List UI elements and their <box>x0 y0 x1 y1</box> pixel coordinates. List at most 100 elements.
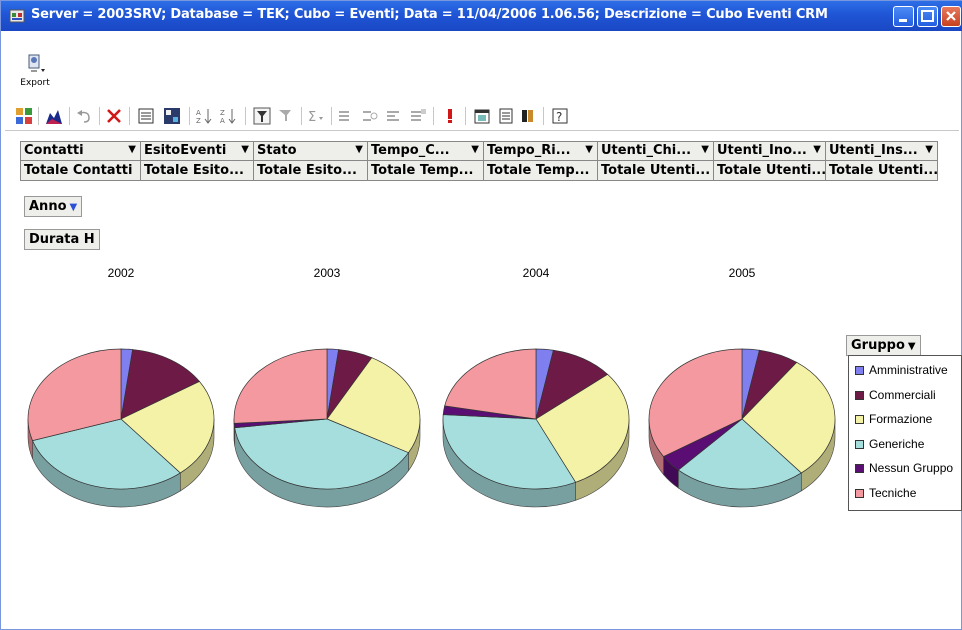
svg-text:?: ? <box>556 110 562 124</box>
field-total[interactable]: Totale Utenti... <box>713 160 826 181</box>
property-toolbox-icon[interactable] <box>163 107 181 125</box>
legend-label: Formazione <box>869 412 933 426</box>
svg-text:Z: Z <box>220 109 225 117</box>
pivot-chart-icon[interactable] <box>15 107 33 125</box>
legend-item[interactable]: Generiche <box>855 437 924 451</box>
show-as-icon[interactable] <box>385 107 403 125</box>
legend-label: Amministrative <box>869 363 948 377</box>
field-total[interactable]: Totale Contatti <box>20 160 141 181</box>
book-icon[interactable] <box>519 107 537 125</box>
field-header[interactable]: Contatti ▼ <box>20 141 141 161</box>
field-total[interactable]: Totale Utenti... <box>825 160 938 181</box>
field-total[interactable]: Totale Temp... <box>483 160 598 181</box>
commands-options-icon[interactable] <box>497 107 515 125</box>
maximize-icon <box>921 10 934 22</box>
calculated-field-icon[interactable] <box>361 107 379 125</box>
chevron-down-icon[interactable]: ▼ <box>585 144 593 155</box>
durata-field[interactable]: Durata H <box>24 229 100 250</box>
sort-descending-icon[interactable]: ZA <box>219 107 237 125</box>
pie-year-label: 2005 <box>729 266 756 280</box>
export-icon <box>28 54 45 72</box>
export-excel-icon[interactable] <box>473 107 491 125</box>
window-title: Server = 2003SRV; Database = TEK; Cubo =… <box>31 7 828 22</box>
maximize-button[interactable] <box>917 6 938 27</box>
sort-ascending-icon[interactable]: AZ <box>195 107 213 125</box>
chevron-down-icon[interactable]: ▼ <box>813 144 821 155</box>
legend-item[interactable]: Tecniche <box>855 486 916 500</box>
pie-2004: 2004 <box>442 266 630 508</box>
legend-swatch <box>855 488 864 498</box>
legend-swatch <box>855 415 864 424</box>
legend-item[interactable]: Amministrative <box>855 363 948 377</box>
close-button[interactable] <box>941 6 961 27</box>
chart-legend: Amministrative Commerciali Formazione Gener… <box>848 355 962 511</box>
chart-type-icon[interactable] <box>45 107 63 125</box>
field-header-label: Utenti_Chi... <box>601 143 692 158</box>
pie-year-label: 2002 <box>108 266 135 280</box>
legend-label: Nessun Gruppo <box>869 461 954 475</box>
legend-swatch <box>855 366 864 375</box>
app-window: Server = 2003SRV; Database = TEK; Cubo =… <box>0 0 962 630</box>
cube-app-icon <box>9 9 25 23</box>
chevron-down-icon: ▼ <box>907 341 916 352</box>
close-icon <box>946 11 956 21</box>
field-list-icon[interactable] <box>137 107 155 125</box>
legend-label: Commerciali <box>869 387 936 402</box>
field-total[interactable]: Totale Esito... <box>140 160 254 181</box>
minimize-button[interactable] <box>893 6 914 27</box>
minimize-icon <box>899 19 907 22</box>
field-header-label: Tempo_C... <box>371 143 450 158</box>
field-total[interactable]: Totale Utenti... <box>597 160 714 181</box>
svg-text:Z: Z <box>196 117 201 125</box>
field-total[interactable]: Totale Esito... <box>253 160 368 181</box>
legend-label: Tecniche <box>869 485 917 500</box>
durata-label: Durata H <box>29 232 95 247</box>
field-header[interactable]: Tempo_C... ▼ <box>367 141 484 161</box>
legend-item[interactable]: Nessun Gruppo <box>855 461 953 475</box>
autocalc-icon[interactable]: Σ <box>307 107 325 125</box>
chevron-down-icon[interactable]: ▼ <box>925 144 933 155</box>
field-header[interactable]: Stato ▼ <box>253 141 368 161</box>
anno-filter-field[interactable]: Anno ▼ <box>24 196 83 217</box>
field-total[interactable]: Totale Temp... <box>367 160 484 181</box>
pie-2005: 2005 <box>648 266 836 508</box>
field-header[interactable]: Utenti_Ins... ▼ <box>825 141 938 161</box>
field-header-label: Contatti <box>24 143 84 158</box>
collapse-icon[interactable] <box>409 107 427 125</box>
legend-label: Generiche <box>869 436 925 451</box>
help-icon[interactable]: ? <box>551 107 569 125</box>
undo-icon[interactable] <box>75 107 93 125</box>
anno-filter-label: Anno <box>29 199 67 214</box>
chevron-down-icon[interactable]: ▼ <box>128 144 136 155</box>
autofilter-icon[interactable] <box>253 107 271 125</box>
pie-slice-tecniche[interactable] <box>233 348 328 424</box>
export-label: Export <box>20 78 50 88</box>
field-header[interactable]: EsitoEventi ▼ <box>140 141 254 161</box>
field-header-label: Utenti_Ins... <box>829 143 918 158</box>
show-top-bottom-icon[interactable] <box>277 107 295 125</box>
chevron-down-icon[interactable]: ▼ <box>471 144 479 155</box>
legend-swatch <box>855 439 864 449</box>
title-bar[interactable]: Server = 2003SRV; Database = TEK; Cubo =… <box>1 1 962 31</box>
legend-item[interactable]: Commerciali <box>855 388 936 402</box>
export-button[interactable]: Export <box>17 53 53 91</box>
field-header[interactable]: Tempo_Ri... ▼ <box>483 141 598 161</box>
gruppo-series-field[interactable]: Gruppo ▼ <box>846 335 921 356</box>
svg-text:Σ: Σ <box>308 110 316 125</box>
legend-swatch <box>855 390 864 400</box>
field-header-label: Tempo_Ri... <box>487 143 571 158</box>
delete-icon[interactable] <box>105 107 123 125</box>
chevron-down-icon[interactable]: ▼ <box>701 144 709 155</box>
field-header[interactable]: Utenti_Ino... ▼ <box>713 141 826 161</box>
chevron-down-icon[interactable]: ▼ <box>355 144 363 155</box>
gruppo-label: Gruppo <box>851 338 905 353</box>
legend-item[interactable]: Formazione <box>855 412 932 426</box>
field-header[interactable]: Utenti_Chi... ▼ <box>597 141 714 161</box>
export-toolbar: Export <box>5 31 959 93</box>
chevron-down-icon[interactable]: ▼ <box>241 144 249 155</box>
refresh-alert-icon[interactable] <box>441 107 459 125</box>
field-header-label: Stato <box>257 143 297 158</box>
svg-text:A: A <box>220 117 225 125</box>
subtotal-icon[interactable] <box>337 107 355 125</box>
pie-chart-area: 2002 2003 2004 2005 <box>27 266 836 508</box>
